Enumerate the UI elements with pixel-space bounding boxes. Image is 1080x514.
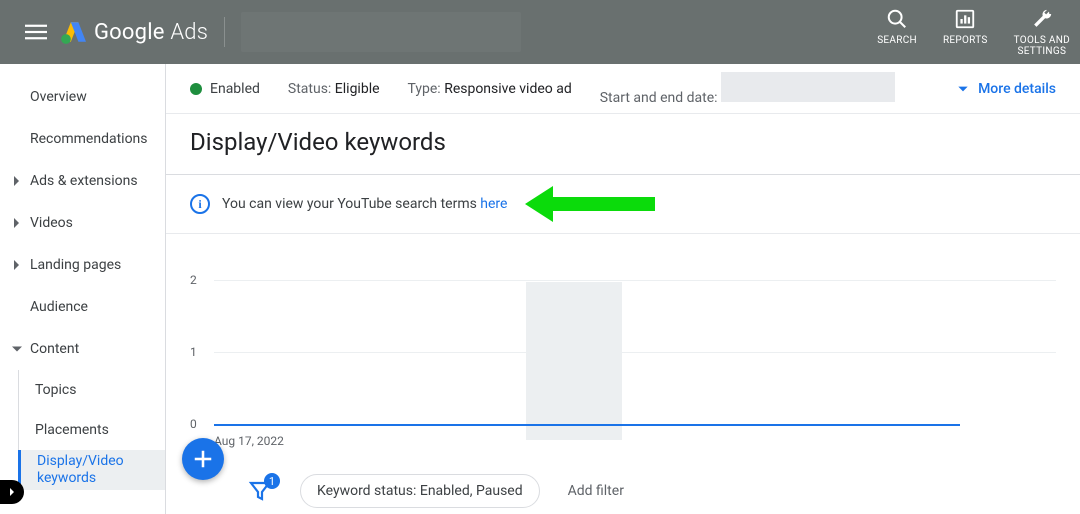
date-range: Start and end date: [600, 72, 895, 106]
filter-count-badge: 1 [264, 473, 280, 489]
green-dot-icon [190, 83, 202, 95]
add-filter-button[interactable]: Add filter [568, 483, 624, 499]
wrench-icon [1030, 7, 1054, 31]
more-details-toggle[interactable]: More details [956, 81, 1056, 97]
hamburger-icon [25, 21, 47, 43]
info-icon: i [190, 194, 210, 214]
sidebar-item-content[interactable]: Content [0, 328, 165, 370]
sidebar-item-placements[interactable]: Placements [19, 410, 165, 450]
status-eligible: Status: Eligible [288, 81, 380, 97]
account-selector-redacted[interactable] [241, 12, 521, 52]
y-tick: 2 [190, 273, 197, 287]
plus-icon [192, 448, 214, 470]
sidebar-collapse-button[interactable] [0, 480, 24, 504]
sidebar-item-display-video-keywords[interactable]: Display/Video keywords [18, 450, 165, 490]
date-range-redacted[interactable] [721, 72, 895, 102]
add-button[interactable] [182, 438, 224, 480]
banner-text: You can view your YouTube search terms [222, 196, 480, 212]
sidebar-item-recommendations[interactable]: Recommendations [0, 118, 165, 160]
page-title: Display/Video keywords [166, 114, 1080, 175]
sidebar-item-overview[interactable]: Overview [0, 76, 165, 118]
search-button[interactable]: SEARCH [877, 7, 917, 57]
chevron-down-icon [956, 82, 970, 96]
sidebar: Overview Recommendations Ads & extension… [0, 64, 166, 514]
menu-button[interactable] [16, 12, 56, 52]
y-tick: 0 [190, 417, 197, 431]
x-tick-start: Aug 17, 2022 [214, 434, 284, 448]
sidebar-item-landing-pages[interactable]: Landing pages [0, 244, 165, 286]
google-ads-logo-icon [60, 19, 86, 45]
annotation-arrow [525, 191, 655, 217]
divider [224, 17, 225, 47]
search-terms-link[interactable]: here [480, 196, 507, 212]
search-icon [885, 7, 909, 31]
chart: 2 1 0 Aug 17, 2022 [166, 234, 1080, 464]
sidebar-item-audience[interactable]: Audience [0, 286, 165, 328]
reports-icon [953, 7, 977, 31]
sidebar-item-topics[interactable]: Topics [19, 370, 165, 410]
brand-text: Google Ads [94, 20, 208, 45]
info-banner: i You can view your YouTube search terms… [166, 175, 1080, 234]
tools-settings-button[interactable]: TOOLS AND SETTINGS [1014, 7, 1070, 57]
status-enabled[interactable]: Enabled [190, 81, 260, 97]
y-tick: 1 [190, 345, 197, 359]
chart-highlight [526, 282, 622, 440]
sidebar-item-ads-extensions[interactable]: Ads & extensions [0, 160, 165, 202]
chevron-right-icon [6, 486, 18, 498]
type-value: Type: Responsive video ad [408, 81, 572, 97]
brand-logo[interactable]: Google Ads [60, 19, 208, 45]
reports-button[interactable]: REPORTS [943, 7, 988, 57]
filter-chip-keyword-status[interactable]: Keyword status: Enabled, Paused [300, 474, 540, 508]
filter-button[interactable]: 1 [248, 479, 272, 503]
chart-line [214, 424, 960, 426]
sidebar-item-videos[interactable]: Videos [0, 202, 165, 244]
